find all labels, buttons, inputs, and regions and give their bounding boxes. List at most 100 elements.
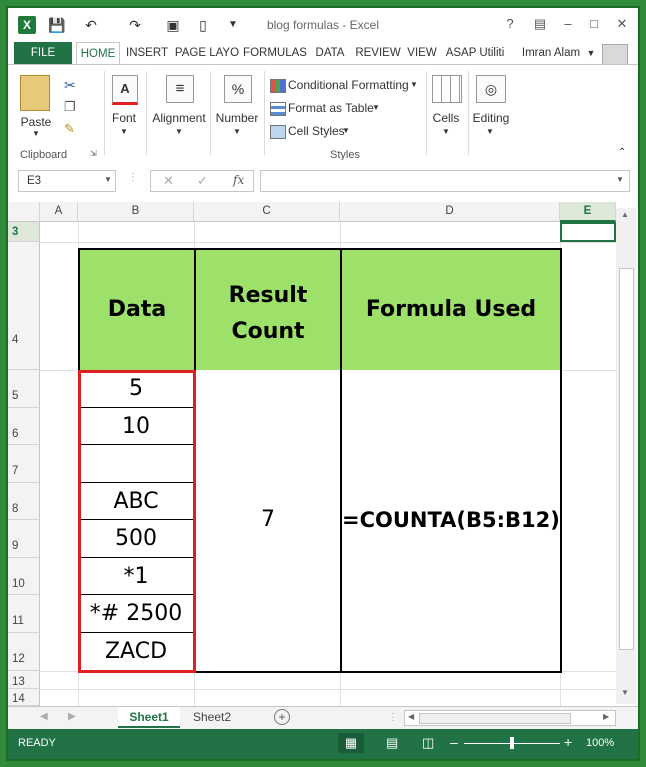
- data-cell[interactable]: 500: [78, 520, 194, 558]
- sheet-tab-sheet2[interactable]: Sheet2: [182, 707, 242, 728]
- data-cell[interactable]: 5: [78, 370, 194, 408]
- row-header-14[interactable]: 14: [8, 689, 40, 706]
- data-cell[interactable]: [78, 445, 194, 483]
- tab-data[interactable]: DATA: [308, 42, 352, 64]
- scroll-up-icon[interactable]: ▲: [621, 210, 629, 219]
- tab-insert[interactable]: INSERT: [122, 42, 172, 64]
- font-button[interactable]: Font: [106, 111, 142, 125]
- tab-review[interactable]: REVIEW: [352, 42, 404, 64]
- header-result-count[interactable]: Result Count: [194, 248, 342, 372]
- data-cell[interactable]: ZACD: [78, 633, 194, 671]
- tab-page-layout[interactable]: PAGE LAYO: [172, 42, 242, 64]
- header-formula-used[interactable]: Formula Used: [340, 248, 562, 372]
- zoom-level[interactable]: 100%: [586, 737, 614, 749]
- number-dropdown-icon[interactable]: ▼: [229, 127, 245, 136]
- column-header-d[interactable]: D: [340, 202, 560, 222]
- data-cell[interactable]: 10: [78, 408, 194, 445]
- editing-button[interactable]: Editing: [466, 111, 516, 125]
- close-button[interactable]: ✕: [612, 14, 632, 34]
- column-header-a[interactable]: A: [40, 202, 78, 222]
- cancel-icon[interactable]: ✕: [163, 173, 174, 189]
- column-header-c[interactable]: C: [194, 202, 340, 222]
- copy-icon[interactable]: ❐: [64, 99, 76, 115]
- cells-dropdown-icon[interactable]: ▼: [438, 127, 454, 136]
- row-header-13[interactable]: 13: [8, 671, 40, 689]
- editing-dropdown-icon[interactable]: ▼: [482, 127, 498, 136]
- alignment-icon[interactable]: ≡: [166, 75, 194, 103]
- row-header-12[interactable]: 12: [8, 633, 40, 671]
- cell-styles-icon[interactable]: [270, 125, 286, 139]
- vertical-scrollbar[interactable]: ▲ ▼: [616, 208, 636, 704]
- tab-formulas[interactable]: FORMULAS: [242, 42, 308, 64]
- format-painter-icon[interactable]: ✎: [64, 121, 75, 137]
- zoom-out-icon[interactable]: –: [450, 734, 458, 750]
- header-data[interactable]: Data: [78, 248, 196, 372]
- horizontal-scroll-thumb[interactable]: [419, 713, 571, 724]
- cells-icon[interactable]: [432, 75, 462, 103]
- prev-sheet-icon[interactable]: ◀: [40, 711, 48, 722]
- conditional-dropdown-icon[interactable]: ▼: [410, 80, 418, 89]
- tab-home[interactable]: HOME: [76, 42, 120, 65]
- row-header-8[interactable]: 8: [8, 483, 40, 520]
- formula-input[interactable]: [260, 170, 630, 192]
- user-dropdown-icon[interactable]: ▼: [586, 42, 596, 64]
- insert-function-icon[interactable]: fx: [233, 173, 244, 187]
- row-header-7[interactable]: 7: [8, 445, 40, 483]
- row-header-9[interactable]: 9: [8, 520, 40, 558]
- tab-file[interactable]: FILE: [14, 42, 72, 64]
- formula-cell[interactable]: =COUNTA(B5:B12): [340, 370, 562, 673]
- collapse-ribbon-icon[interactable]: ⌃: [618, 147, 626, 158]
- clipboard-launcher-icon[interactable]: ⇲: [90, 149, 97, 158]
- next-sheet-icon[interactable]: ▶: [68, 711, 76, 722]
- avatar[interactable]: [602, 44, 628, 66]
- result-count-cell[interactable]: 7: [194, 370, 342, 673]
- vertical-scroll-thumb[interactable]: [619, 268, 634, 650]
- conditional-formatting-button[interactable]: Conditional Formatting: [288, 78, 418, 92]
- data-cell[interactable]: *# 2500: [78, 595, 194, 633]
- conditional-formatting-icon[interactable]: [270, 79, 286, 93]
- help-button[interactable]: ?: [500, 14, 520, 34]
- row-header-5[interactable]: 5: [8, 370, 40, 408]
- paste-dropdown-icon[interactable]: ▼: [28, 129, 44, 138]
- row-header-4[interactable]: 4: [8, 242, 40, 370]
- cell-styles-dropdown-icon[interactable]: ▼: [342, 126, 350, 135]
- column-header-e[interactable]: E: [560, 202, 616, 222]
- selected-cell-e3[interactable]: [560, 222, 616, 242]
- maximize-button[interactable]: □: [584, 14, 604, 34]
- row-header-11[interactable]: 11: [8, 595, 40, 633]
- format-as-table-button[interactable]: Format as Table: [288, 101, 378, 115]
- font-icon[interactable]: A: [112, 75, 138, 105]
- row-header-6[interactable]: 6: [8, 408, 40, 445]
- row-header-10[interactable]: 10: [8, 558, 40, 595]
- ribbon-display-icon[interactable]: ▤: [530, 14, 550, 34]
- column-header-b[interactable]: B: [78, 202, 194, 222]
- scroll-right-icon[interactable]: ▶: [603, 712, 609, 721]
- sheet-tab-sheet1[interactable]: Sheet1: [118, 707, 180, 728]
- page-break-view-icon[interactable]: ◫: [422, 735, 434, 751]
- new-sheet-icon[interactable]: +: [274, 709, 290, 725]
- data-cell[interactable]: *1: [78, 558, 194, 595]
- row-header-3[interactable]: 3: [8, 222, 40, 242]
- zoom-slider-thumb[interactable]: [510, 737, 514, 749]
- select-all-corner[interactable]: [8, 202, 40, 222]
- minimize-button[interactable]: –: [558, 14, 578, 34]
- font-dropdown-icon[interactable]: ▼: [116, 127, 132, 136]
- zoom-in-icon[interactable]: +: [564, 734, 572, 750]
- cells-button[interactable]: Cells: [428, 111, 464, 125]
- enter-icon[interactable]: ✓: [197, 173, 208, 189]
- tab-asap-utilities[interactable]: ASAP Utiliti: [440, 42, 510, 64]
- alignment-dropdown-icon[interactable]: ▼: [171, 127, 187, 136]
- cut-icon[interactable]: ✂: [64, 77, 76, 94]
- normal-view-icon[interactable]: ▦: [338, 733, 364, 753]
- page-layout-view-icon[interactable]: ▤: [386, 735, 398, 751]
- tab-view[interactable]: VIEW: [404, 42, 440, 64]
- scroll-down-icon[interactable]: ▼: [621, 688, 629, 697]
- name-box[interactable]: E3: [18, 170, 116, 192]
- scroll-left-icon[interactable]: ◀: [408, 712, 414, 721]
- horizontal-scrollbar[interactable]: ◀ ▶: [404, 710, 616, 726]
- data-cell[interactable]: ABC: [78, 483, 194, 520]
- user-name[interactable]: Imran Alam: [516, 42, 586, 64]
- number-format-icon[interactable]: %: [224, 75, 252, 103]
- alignment-button[interactable]: Alignment: [150, 111, 208, 125]
- tab-split-dots-icon[interactable]: ⋮: [388, 712, 398, 723]
